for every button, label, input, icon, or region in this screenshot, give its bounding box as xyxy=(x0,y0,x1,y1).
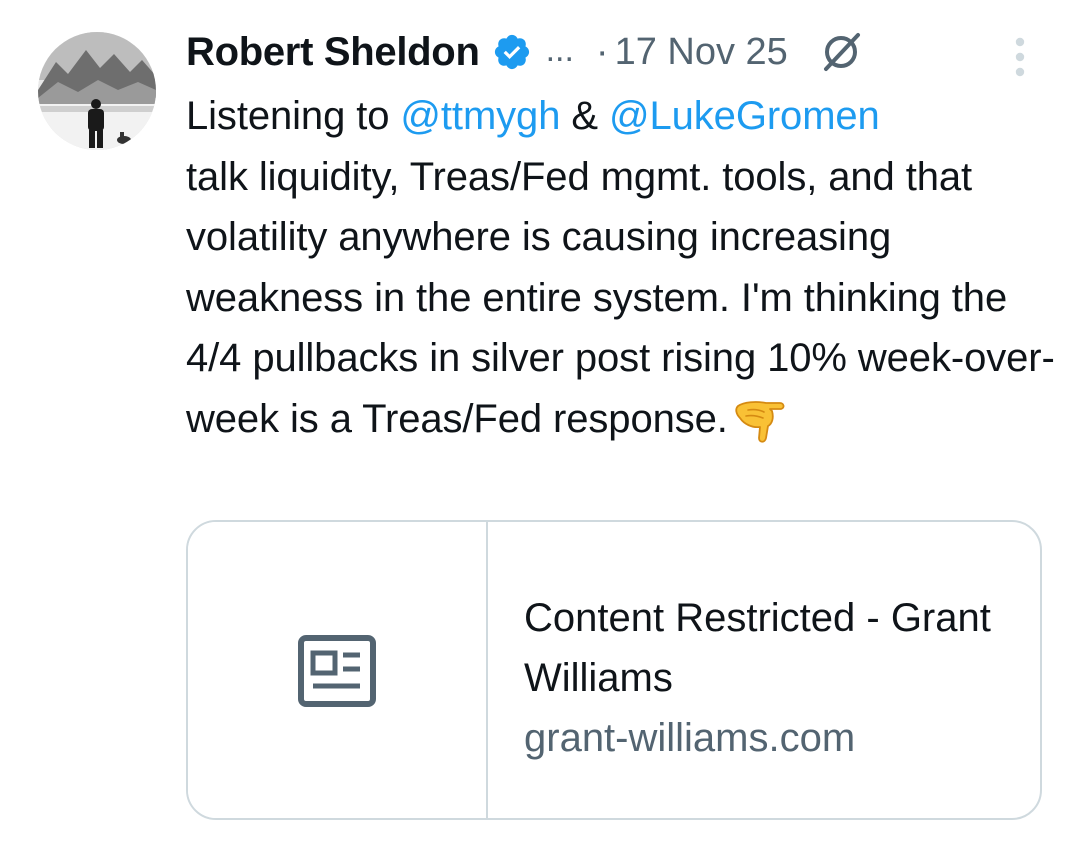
verified-badge-icon[interactable] xyxy=(492,32,532,72)
mention-ttmygh[interactable]: @ttmygh xyxy=(400,94,560,138)
link-card-body: Content Restricted - Grant Williams gran… xyxy=(524,588,1024,768)
name-truncation: ... xyxy=(545,30,574,69)
tweet-text: Listening to @ttmygh & @LukeGromen talk l… xyxy=(186,86,1066,449)
separator-dot: · xyxy=(595,30,609,73)
mention-lukegromen[interactable]: @LukeGromen xyxy=(609,94,880,138)
link-card-title: Content Restricted - Grant Williams xyxy=(524,596,991,700)
grok-icon[interactable] xyxy=(818,29,864,75)
pointing-down-emoji-icon xyxy=(734,394,788,444)
tweet-text-connector: & xyxy=(560,94,609,138)
author-avatar[interactable] xyxy=(38,32,156,150)
more-vertical-icon[interactable] xyxy=(1008,36,1032,80)
tweet-text-body: talk liquidity, Treas/Fed mgmt. tools, a… xyxy=(186,154,1055,441)
link-card[interactable]: Content Restricted - Grant Williams gran… xyxy=(186,520,1042,820)
tweet-timestamp[interactable]: 17 Nov 25 xyxy=(615,31,788,74)
author-name[interactable]: Robert Sheldon xyxy=(186,30,480,75)
article-icon xyxy=(298,635,376,707)
link-card-domain: grant-williams.com xyxy=(524,716,856,760)
link-card-thumbnail xyxy=(188,522,488,818)
avatar-photo xyxy=(38,32,156,150)
tweet-header: Robert Sheldon ... · 17 Nov 25 xyxy=(186,26,1040,78)
tweet-text-prefix: Listening to xyxy=(186,94,401,138)
